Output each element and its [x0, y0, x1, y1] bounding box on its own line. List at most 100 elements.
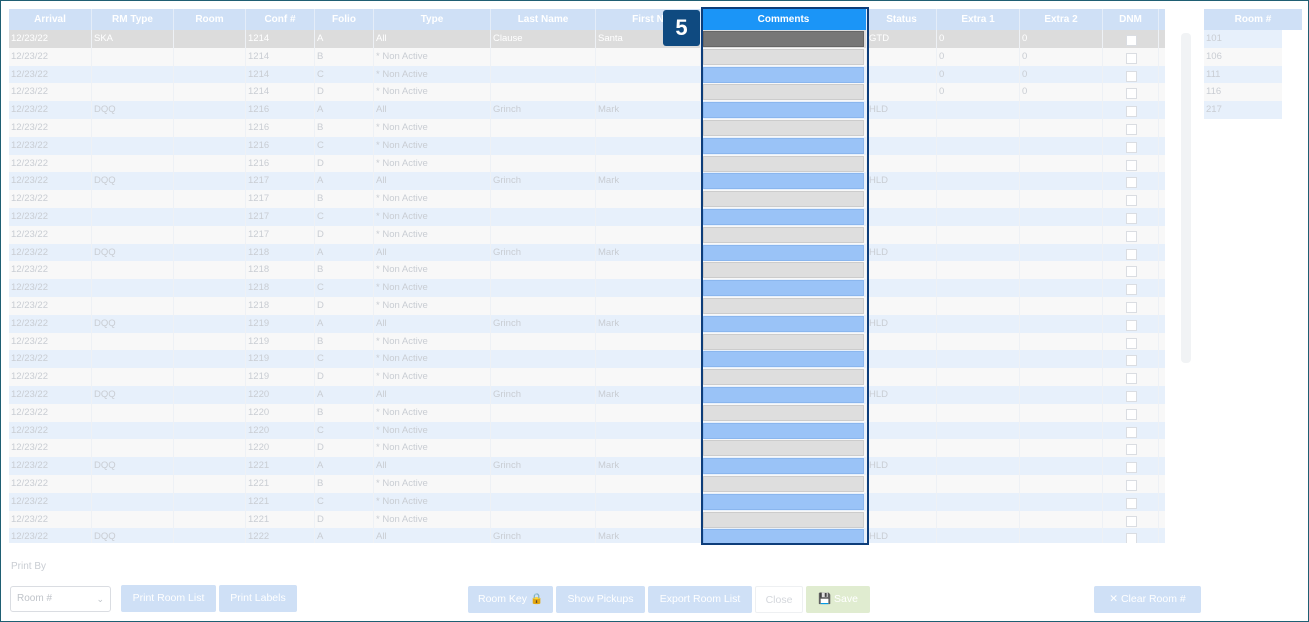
comments-input[interactable]	[703, 475, 864, 492]
cell-comments[interactable]	[701, 350, 867, 369]
cell-comments[interactable]	[701, 403, 867, 422]
comments-input[interactable]	[703, 66, 864, 83]
table-row[interactable]: 12/23/22 DQQ 1221 A All Grinch Mark HLD	[9, 457, 1165, 475]
table-row[interactable]: 12/23/22 1214 B * Non Active 0 0	[9, 47, 1165, 66]
room-number-item[interactable]: 106	[1204, 47, 1282, 66]
table-row[interactable]: 12/23/22 1219 C * Non Active	[9, 350, 1165, 369]
table-row[interactable]: 12/23/22 1216 D * Non Active	[9, 154, 1165, 173]
save-button[interactable]: 💾 Save	[806, 586, 870, 613]
room-number-item[interactable]: 101	[1204, 30, 1282, 48]
cell-comments[interactable]	[701, 207, 867, 226]
table-row[interactable]: 12/23/22 1220 D * Non Active	[9, 439, 1165, 458]
cell-comments[interactable]	[701, 332, 867, 351]
comments-input[interactable]	[703, 404, 864, 421]
comments-input[interactable]	[703, 297, 864, 314]
table-row[interactable]: 12/23/22 1221 D * Non Active	[9, 510, 1165, 529]
header-folio[interactable]: Folio	[315, 9, 374, 30]
table-row[interactable]: 12/23/22 DQQ 1216 A All Grinch Mark HLD	[9, 101, 1165, 119]
table-row[interactable]: 12/23/22 1218 C * Non Active	[9, 279, 1165, 297]
comments-input[interactable]	[703, 351, 864, 368]
comments-input[interactable]	[703, 511, 864, 528]
cell-comments[interactable]	[701, 474, 867, 493]
cell-comments[interactable]	[701, 172, 867, 191]
grid-scrollbar[interactable]	[1181, 33, 1191, 363]
header-conf[interactable]: Conf #	[246, 9, 315, 30]
show-pickups-button[interactable]: Show Pickups	[556, 586, 645, 613]
room-number-item[interactable]: 116	[1204, 83, 1282, 102]
dnm-checkbox[interactable]	[1126, 248, 1137, 260]
header-extra-2[interactable]: Extra 2	[1020, 9, 1103, 30]
dnm-checkbox[interactable]	[1126, 515, 1137, 527]
room-number-item[interactable]: 111	[1204, 65, 1282, 84]
comments-input[interactable]	[703, 173, 864, 190]
comments-input[interactable]	[703, 493, 864, 510]
comments-input[interactable]	[703, 315, 864, 332]
comments-input[interactable]	[703, 137, 864, 154]
cell-comments[interactable]	[701, 47, 867, 66]
table-row[interactable]: 12/23/22 1221 C * Non Active	[9, 492, 1165, 511]
header-arrival[interactable]: Arrival	[9, 9, 92, 30]
cell-comments[interactable]	[701, 65, 867, 84]
cell-comments[interactable]	[701, 225, 867, 244]
dnm-checkbox[interactable]	[1126, 497, 1137, 509]
header-last-name[interactable]: Last Name	[491, 9, 596, 30]
dnm-checkbox[interactable]	[1126, 373, 1137, 385]
table-row[interactable]: 12/23/22 1221 B * Non Active	[9, 474, 1165, 493]
dnm-checkbox[interactable]	[1126, 533, 1137, 543]
cell-comments[interactable]	[701, 83, 867, 102]
room-key-button[interactable]: Room Key 🔒	[468, 586, 553, 613]
table-row[interactable]: 12/23/22 DQQ 1217 A All Grinch Mark HLD	[9, 172, 1165, 191]
header-status[interactable]: Status	[867, 9, 937, 30]
table-row[interactable]: 12/23/22 1217 C * Non Active	[9, 207, 1165, 226]
cell-comments[interactable]	[701, 101, 867, 119]
comments-input[interactable]	[703, 48, 864, 65]
comments-input[interactable]	[703, 84, 864, 101]
header-rm-type[interactable]: RM Type	[92, 9, 174, 30]
comments-input[interactable]	[703, 440, 864, 457]
table-row[interactable]: 12/23/22 1218 D * Non Active	[9, 296, 1165, 315]
dnm-checkbox[interactable]	[1126, 462, 1137, 474]
cell-comments[interactable]	[701, 118, 867, 137]
table-row[interactable]: 12/23/22 DQQ 1222 A All Grinch Mark HLD	[9, 528, 1165, 543]
comments-input[interactable]	[703, 244, 864, 261]
room-number-item[interactable]: 217	[1204, 101, 1282, 119]
table-row[interactable]: 12/23/22 DQQ 1218 A All Grinch Mark HLD	[9, 243, 1165, 262]
table-row[interactable]: 12/23/22 1214 C * Non Active 0 0	[9, 65, 1165, 84]
dnm-checkbox[interactable]	[1126, 390, 1137, 402]
print-room-list-button[interactable]: Print Room List	[121, 585, 216, 612]
dnm-checkbox[interactable]	[1126, 35, 1137, 46]
cell-comments[interactable]	[701, 243, 867, 262]
table-row[interactable]: 12/23/22 1219 D * Non Active	[9, 368, 1165, 386]
dnm-checkbox[interactable]	[1126, 355, 1137, 367]
comments-input[interactable]	[703, 155, 864, 172]
table-row[interactable]: 12/23/22 1214 D * Non Active 0 0	[9, 83, 1165, 102]
cell-comments[interactable]	[701, 314, 867, 333]
table-row[interactable]: 12/23/22 DQQ 1219 A All Grinch Mark HLD	[9, 314, 1165, 333]
export-room-list-button[interactable]: Export Room List	[648, 586, 752, 613]
comments-input[interactable]	[703, 119, 864, 136]
clear-room-button[interactable]: ✕ Clear Room #	[1094, 586, 1201, 613]
comments-input[interactable]	[703, 280, 864, 297]
comments-input[interactable]	[703, 386, 864, 403]
dnm-checkbox[interactable]	[1126, 319, 1137, 331]
cell-comments[interactable]	[701, 492, 867, 511]
header-type[interactable]: Type	[374, 9, 491, 30]
comments-input[interactable]	[703, 208, 864, 225]
cell-comments[interactable]	[701, 457, 867, 475]
dnm-checkbox[interactable]	[1126, 408, 1137, 420]
comments-input[interactable]	[703, 333, 864, 350]
table-row[interactable]: 12/23/22 1220 B * Non Active	[9, 403, 1165, 422]
table-row[interactable]: 12/23/22 1218 B * Non Active	[9, 261, 1165, 280]
print-by-select[interactable]: Room # ⌄	[10, 586, 111, 612]
print-labels-button[interactable]: Print Labels	[219, 585, 297, 612]
cell-comments[interactable]	[701, 528, 867, 543]
table-row[interactable]: 12/23/22 1219 B * Non Active	[9, 332, 1165, 351]
dnm-checkbox[interactable]	[1126, 195, 1137, 207]
comments-input[interactable]	[703, 191, 864, 208]
cell-comments[interactable]	[701, 136, 867, 155]
dnm-checkbox[interactable]	[1126, 159, 1137, 171]
cell-comments[interactable]	[701, 154, 867, 173]
cell-comments[interactable]	[701, 510, 867, 529]
table-row[interactable]: 12/23/22 1220 C * Non Active	[9, 421, 1165, 440]
comments-input[interactable]	[703, 31, 864, 47]
